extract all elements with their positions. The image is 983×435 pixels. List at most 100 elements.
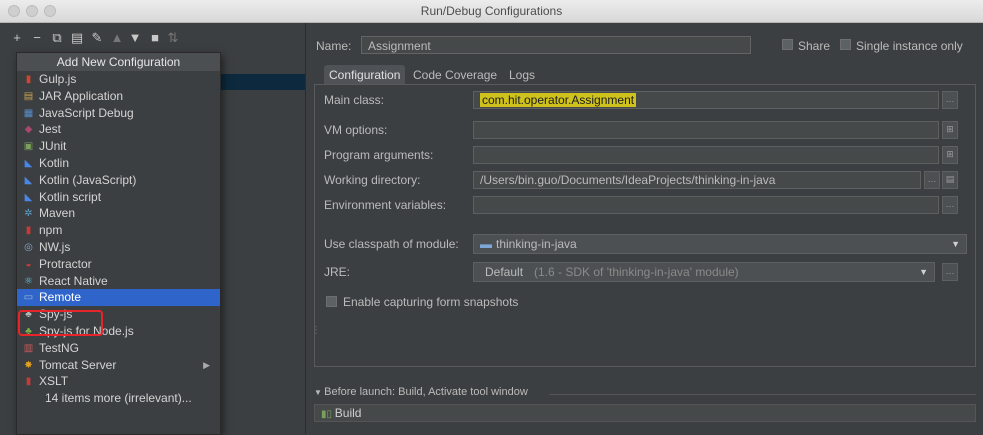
react-native-icon: ⚛ xyxy=(24,275,33,287)
popup-title: Add New Configuration xyxy=(17,53,220,71)
popup-item-maven[interactable]: ✲ Maven xyxy=(17,205,220,222)
popup-item-jest[interactable]: ◆ Jest xyxy=(17,121,220,138)
copy-icon[interactable]: ⧉ xyxy=(50,31,64,45)
popup-item-junit[interactable]: ▣ JUnit xyxy=(17,138,220,155)
popup-item-kotlin[interactable]: ◣ Kotlin xyxy=(17,155,220,172)
remove-icon[interactable]: − xyxy=(30,31,44,45)
popup-item-label: Maven xyxy=(39,206,76,221)
jre-default-value: Default xyxy=(485,265,524,279)
program-arguments-label: Program arguments: xyxy=(324,148,434,162)
folder-icon[interactable]: ■ xyxy=(148,31,162,45)
popup-item-label: Gulp.js xyxy=(39,72,77,86)
testng-icon: ▥ xyxy=(23,342,34,354)
build-icon: ▮▯ xyxy=(321,409,335,420)
tab-code-coverage[interactable]: Code Coverage xyxy=(408,65,502,85)
before-launch-build-item[interactable]: ▮▯ Build xyxy=(314,404,976,422)
tree-toolbar: + − ⧉ ▤ ✎ ▲ ▼ ■ ⇅ xyxy=(0,23,305,53)
add-new-configuration-popup: Add New Configuration ▮ Gulp.js ▤ JAR Appli… xyxy=(16,52,221,435)
single-instance-label: Single instance only xyxy=(856,39,963,53)
popup-item-label: Tomcat Server xyxy=(39,357,117,372)
javascript-debug-icon: ▦ xyxy=(23,107,34,119)
save-icon[interactable]: ▤ xyxy=(70,31,84,45)
working-directory-browse-button[interactable]: … xyxy=(924,171,940,189)
popup-item-label: Protractor xyxy=(39,256,92,271)
add-icon[interactable]: + xyxy=(10,31,24,45)
popup-item-label: Kotlin xyxy=(39,156,70,170)
move-up-icon[interactable]: ▲ xyxy=(110,31,124,45)
popup-item-label: TestNG xyxy=(39,340,80,355)
main-class-label: Main class: xyxy=(324,93,385,107)
single-instance-checkbox[interactable] xyxy=(840,39,851,50)
module-folder-icon: ▬ xyxy=(480,237,492,251)
jre-dropdown[interactable]: Default (1.6 - SDK of 'thinking-in-java'… xyxy=(473,262,935,282)
vm-options-label: VM options: xyxy=(324,123,388,137)
name-label: Name: xyxy=(316,39,352,53)
popup-item-label: 14 items more (irrelevant)... xyxy=(45,391,192,406)
enable-snapshots-checkbox[interactable] xyxy=(326,296,337,307)
popup-item-remote[interactable]: ▭ Remote xyxy=(17,289,220,307)
popup-item-tomcat-server[interactable]: ✸ Tomcat Server ▶ xyxy=(17,357,220,374)
share-checkbox[interactable] xyxy=(782,39,793,50)
popup-item-nw-js[interactable]: ◎ NW.js xyxy=(17,239,220,256)
popup-item-react-native[interactable]: ⚛ React Native xyxy=(17,273,220,290)
classpath-module-label: Use classpath of module: xyxy=(324,237,459,251)
jre-label: JRE: xyxy=(324,265,351,279)
classpath-module-value: thinking-in-java xyxy=(496,237,577,251)
remote-icon: ▭ xyxy=(23,292,34,304)
chevron-down-icon: ▼ xyxy=(919,267,928,277)
main-class-value: com.hit.operator.Assignment xyxy=(480,93,637,107)
popup-item-label: Kotlin (JavaScript) xyxy=(39,172,137,187)
popup-item-label: XSLT xyxy=(39,374,69,389)
popup-item-testng[interactable]: ▥ TestNG xyxy=(17,340,220,357)
jre-browse-button[interactable]: … xyxy=(942,263,958,281)
working-directory-macro-icon[interactable]: ▤ xyxy=(942,171,958,189)
configuration-tree-pane: + − ⧉ ▤ ✎ ▲ ▼ ■ ⇅ Add New Configuration … xyxy=(0,23,306,435)
vm-options-field[interactable] xyxy=(473,121,939,139)
tab-logs[interactable]: Logs xyxy=(504,65,540,85)
popup-item-label: Kotlin script xyxy=(39,189,102,204)
before-launch-header[interactable]: ▼ Before launch: Build, Activate tool wi… xyxy=(314,386,528,398)
tomcat-icon: ✸ xyxy=(24,359,33,371)
maven-icon: ✲ xyxy=(24,208,33,220)
remote-highlight-box xyxy=(18,310,103,336)
environment-variables-browse-button[interactable]: … xyxy=(942,196,958,214)
popup-item-kotlin-script[interactable]: ◣ Kotlin script xyxy=(17,189,220,206)
environment-variables-label: Environment variables: xyxy=(324,198,447,212)
popup-item-xslt[interactable]: ▮ XSLT xyxy=(17,373,220,390)
classpath-module-dropdown[interactable]: ▬ thinking-in-java ▼ xyxy=(473,234,967,254)
popup-item-gulp-js[interactable]: ▮ Gulp.js xyxy=(17,71,220,88)
jar-icon: ▤ xyxy=(23,90,34,102)
jest-icon: ◆ xyxy=(24,124,33,136)
edit-defaults-icon[interactable]: ✎ xyxy=(90,31,104,45)
selected-tree-row[interactable] xyxy=(216,74,305,90)
popup-item-kotlin-javascript[interactable]: ◣ Kotlin (JavaScript) xyxy=(17,172,220,189)
name-input[interactable]: Assignment xyxy=(361,36,751,54)
main-class-browse-button[interactable]: … xyxy=(942,91,958,109)
chevron-down-icon: ▼ xyxy=(951,239,960,249)
move-down-icon[interactable]: ▼ xyxy=(128,31,142,45)
main-class-field[interactable]: com.hit.operator.Assignment xyxy=(473,91,939,109)
tab-configuration[interactable]: Configuration xyxy=(324,65,406,85)
popup-item-jar-application[interactable]: ▤ JAR Application xyxy=(17,88,220,105)
popup-item-npm[interactable]: ▮ npm xyxy=(17,222,220,239)
vm-options-expand-icon[interactable]: ⊞ xyxy=(942,121,958,139)
kotlin-icon: ◣ xyxy=(24,158,33,169)
program-arguments-expand-icon[interactable]: ⊞ xyxy=(942,146,958,164)
configuration-editor: Name: Assignment Share Single instance o… xyxy=(306,23,983,434)
popup-item-14-items-more-irrelevant[interactable]: 14 items more (irrelevant)... xyxy=(17,390,220,407)
chevron-down-icon: ▼ xyxy=(314,388,325,397)
sort-icon[interactable]: ⇅ xyxy=(166,31,180,45)
popup-item-label: JAR Application xyxy=(39,88,124,103)
popup-item-label: Jest xyxy=(39,122,62,137)
environment-variables-field[interactable] xyxy=(473,196,939,214)
program-arguments-field[interactable] xyxy=(473,146,939,164)
popup-item-label: npm xyxy=(39,223,63,238)
popup-item-label: JUnit xyxy=(39,139,67,154)
working-directory-field[interactable]: /Users/bin.guo/Documents/IdeaProjects/th… xyxy=(473,171,921,189)
popup-item-label: React Native xyxy=(39,273,108,288)
kotlin-script-icon: ◣ xyxy=(24,191,33,203)
protractor-icon: ◒ xyxy=(25,258,32,270)
popup-item-protractor[interactable]: ◒ Protractor xyxy=(17,256,220,273)
popup-item-javascript-debug[interactable]: ▦ JavaScript Debug xyxy=(17,105,220,122)
kotlin-js-icon: ◣ xyxy=(24,174,33,186)
